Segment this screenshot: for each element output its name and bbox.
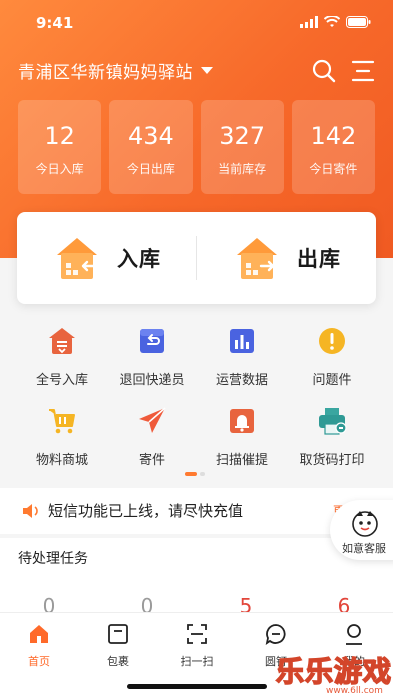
- printer-icon: [319, 408, 347, 435]
- stat-label: 当前库存: [218, 162, 267, 176]
- tab-scan[interactable]: 扫一扫: [167, 623, 227, 669]
- inbox-stack-icon: [49, 328, 75, 354]
- chat-icon: [265, 624, 286, 645]
- page-dot: [200, 472, 205, 476]
- stat-label: 今日入库: [35, 162, 84, 176]
- tab-home[interactable]: 首页: [9, 623, 69, 669]
- grid-row: 物料商城 寄件 扫描催提 取货码打印: [0, 406, 393, 468]
- grid-item-label: 全号入库: [35, 373, 88, 388]
- divider: [196, 236, 197, 280]
- page-dot-active: [185, 472, 197, 476]
- scan-icon: [187, 624, 207, 644]
- grid-item-label: 扫描催提: [215, 453, 268, 468]
- exclamation-icon: [319, 328, 345, 354]
- user-icon: [346, 624, 362, 645]
- caret-down-icon: [201, 67, 213, 74]
- mascot-icon: [352, 511, 378, 537]
- outbound-button[interactable]: 出库: [233, 234, 341, 282]
- stat-value: 12: [44, 122, 75, 150]
- top-bar: 青浦区华新镇妈妈驿站: [0, 52, 393, 86]
- grid-item-supplies-mall[interactable]: 物料商城: [14, 406, 110, 468]
- package-icon: [108, 624, 128, 644]
- return-box-icon: [140, 329, 164, 353]
- grid-item-label: 物料商城: [35, 453, 88, 468]
- page-indicator: [185, 472, 205, 476]
- stat-card-current-stock[interactable]: 327 当前库存: [200, 100, 284, 194]
- grid-row: 全号入库 退回快递员 运营数据 问题件: [0, 326, 393, 388]
- grid-item-label: 问题件: [312, 373, 352, 388]
- status-time: 9:41: [36, 14, 74, 32]
- grid-item-full-inbound[interactable]: 全号入库: [14, 326, 110, 388]
- bar-chart-icon: [230, 329, 254, 353]
- tab-label: 扫一扫: [180, 655, 214, 668]
- tab-label: 首页: [28, 655, 50, 668]
- grid-item-label: 取货码打印: [299, 453, 365, 468]
- stat-label: 今日寄件: [309, 162, 358, 176]
- stat-card-outbound-today[interactable]: 434 今日出库: [109, 100, 193, 194]
- outbound-label: 出库: [297, 247, 341, 271]
- stat-value: 434: [127, 122, 174, 150]
- customer-service-float-button[interactable]: 如意客服: [330, 500, 393, 560]
- stat-card-inbound-today[interactable]: 12 今日入库: [18, 100, 102, 194]
- grid-item-problem-parcels[interactable]: 问题件: [284, 326, 380, 388]
- grid-item-operations-data[interactable]: 运营数据: [194, 326, 290, 388]
- signal-icon: [300, 16, 318, 28]
- paper-plane-icon: [139, 407, 166, 433]
- stat-value: 142: [310, 122, 357, 150]
- stat-card-sent-today[interactable]: 142 今日寄件: [291, 100, 375, 194]
- section-title: 待处理任务: [18, 551, 88, 567]
- bell-box-icon: [230, 409, 254, 433]
- shopping-cart-icon: [49, 409, 75, 434]
- station-selector[interactable]: 青浦区华新镇妈妈驿站: [18, 58, 213, 83]
- grid-item-send-parcel[interactable]: 寄件: [104, 406, 200, 468]
- grid-item-label: 运营数据: [215, 373, 268, 388]
- watermark: 乐乐游戏 www.6ll.com: [270, 648, 393, 700]
- station-name: 青浦区华新镇妈妈驿站: [18, 63, 193, 83]
- stats-row: 12 今日入库 434 今日出库 327 当前库存 142 今日寄件: [18, 100, 375, 194]
- home-indicator: [127, 684, 267, 689]
- inbound-outbound-card: 入库 出库: [17, 212, 376, 304]
- grid-item-pickup-code-print[interactable]: 取货码打印: [284, 406, 380, 468]
- pending-tasks-section: 待处理任务 0 0 5 6: [0, 538, 393, 618]
- inbound-label: 入库: [117, 247, 161, 271]
- menu-icon[interactable]: [350, 58, 376, 84]
- tab-package[interactable]: 包裹: [88, 623, 148, 669]
- grid-item-return-courier[interactable]: 退回快递员: [104, 326, 200, 388]
- status-icons: [300, 16, 371, 28]
- stat-label: 今日出库: [126, 162, 175, 176]
- warehouse-out-icon: [237, 238, 277, 279]
- grid-item-scan-reminder[interactable]: 扫描催提: [194, 406, 290, 468]
- status-bar: 9:41: [0, 0, 393, 46]
- home-icon: [30, 625, 48, 643]
- watermark-url: www.6ll.com: [326, 686, 383, 696]
- inbound-button[interactable]: 入库: [53, 234, 161, 282]
- grid-item-label: 寄件: [138, 453, 165, 468]
- battery-icon: [346, 16, 371, 28]
- grid-item-label: 退回快递员: [119, 373, 185, 388]
- notice-text: 短信功能已上线，请尽快充值: [48, 502, 244, 520]
- search-icon[interactable]: [311, 58, 337, 84]
- customer-service-label: 如意客服: [342, 542, 386, 555]
- tab-label: 包裹: [107, 655, 129, 668]
- stat-value: 327: [219, 122, 266, 150]
- warehouse-in-icon: [57, 238, 97, 279]
- wifi-icon: [324, 16, 340, 27]
- speaker-icon: [23, 504, 38, 518]
- watermark-text: 乐乐游戏: [275, 654, 393, 689]
